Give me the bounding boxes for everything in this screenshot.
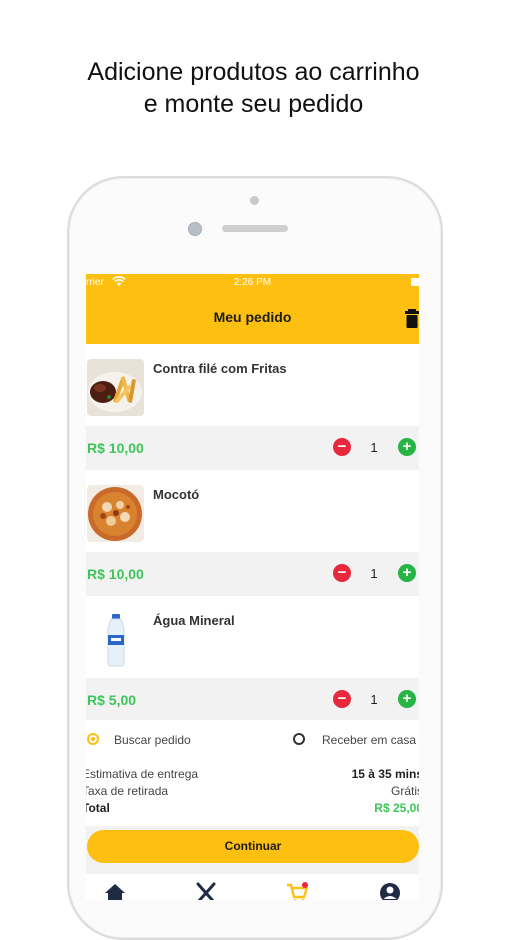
option-label-receber[interactable]: Receber em casa <box>322 733 416 747</box>
radio-buscar-pedido[interactable] <box>87 733 99 745</box>
radio-receber-em-casa[interactable] <box>293 733 305 745</box>
item-price: R$ 10,00 <box>87 566 144 582</box>
tab-bar <box>86 874 419 900</box>
proximity-sensor <box>250 196 259 205</box>
app-header: Meu pedido <box>86 292 419 344</box>
item-quantity: 1 <box>370 566 378 581</box>
headline: Adicione produtos ao carrinho e monte se… <box>0 56 507 120</box>
decrease-quantity-button[interactable]: − <box>333 564 351 582</box>
item-name: Água Mineral <box>153 613 235 628</box>
item-quantity: 1 <box>370 440 378 455</box>
home-icon[interactable] <box>104 882 126 900</box>
order-summary: Estimativa de entrega 15 à 35 mins Taxa … <box>86 760 419 826</box>
estimate-value: 15 à 35 mins <box>351 767 419 781</box>
item-quantity: 1 <box>370 692 378 707</box>
fee-label: Taxa de retirada <box>86 784 169 798</box>
increase-quantity-button[interactable]: + <box>398 564 416 582</box>
increase-quantity-button[interactable]: + <box>398 438 416 456</box>
cart-item: Mocotó R$ 10,00 − 1 + <box>86 470 419 595</box>
battery-icon <box>411 278 419 286</box>
cart-item: Água Mineral R$ 5,00 − 1 + <box>86 596 419 721</box>
status-bar: rrier 2:26 PM <box>86 274 419 292</box>
item-name: Mocotó <box>153 487 200 502</box>
mocoto-stew-photo <box>87 485 144 542</box>
water-bottle-photo <box>87 611 144 668</box>
estimate-label: Estimativa de entrega <box>86 767 199 781</box>
delivery-options: Buscar pedido Receber em casa <box>86 720 419 760</box>
option-label-buscar[interactable]: Buscar pedido <box>114 733 191 747</box>
user-icon[interactable] <box>379 882 401 900</box>
steak-fries-photo <box>87 359 144 416</box>
item-name: Contra filé com Fritas <box>153 361 287 376</box>
trash-icon[interactable] <box>405 308 419 328</box>
app-screen: rrier 2:26 PM Meu pedido Contra filé com… <box>86 274 419 900</box>
fee-value: Grátis <box>390 784 419 798</box>
headline-line-1: Adicione produtos ao carrinho <box>87 58 420 86</box>
total-value: R$ 25,00 <box>374 801 419 815</box>
cart-item: Contra filé com Fritas R$ 10,00 − 1 + <box>86 344 419 469</box>
front-camera <box>188 222 202 236</box>
speaker-grille <box>222 225 288 232</box>
item-price: R$ 5,00 <box>87 692 137 708</box>
cart-icon[interactable] <box>286 882 308 900</box>
total-label: Total <box>86 801 110 815</box>
increase-quantity-button[interactable]: + <box>398 690 416 708</box>
decrease-quantity-button[interactable]: − <box>333 438 351 456</box>
decrease-quantity-button[interactable]: − <box>333 690 351 708</box>
headline-line-2: e monte seu pedido <box>143 90 364 118</box>
continue-button[interactable]: Continuar <box>87 830 419 863</box>
item-price: R$ 10,00 <box>87 440 144 456</box>
status-time: 2:26 PM <box>233 277 272 288</box>
utensils-icon[interactable] <box>195 882 217 900</box>
page-title: Meu pedido <box>213 309 292 325</box>
